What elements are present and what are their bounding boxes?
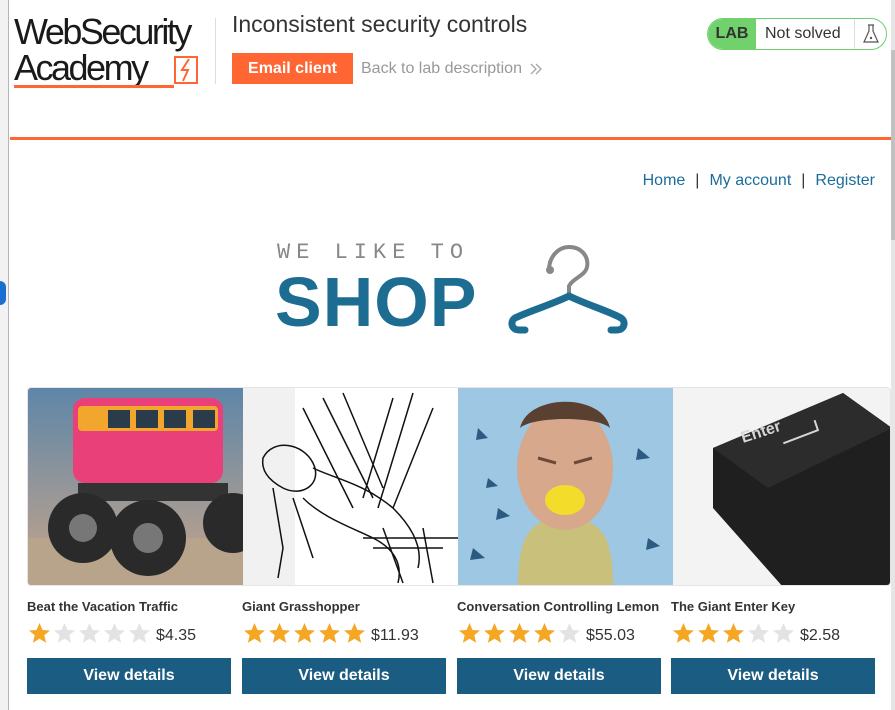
web-security-academy-logo[interactable]: WebSecurity Academy <box>14 14 214 90</box>
product-images-row: Enter <box>27 387 891 586</box>
lab-title: Inconsistent security controls <box>232 11 528 37</box>
back-to-lab-description-link[interactable]: Back to lab description <box>361 60 542 78</box>
product-price: $4.35 <box>156 627 197 644</box>
email-client-button[interactable]: Email client <box>232 53 353 84</box>
star-empty-icon <box>129 623 150 643</box>
star-filled-icon <box>484 623 505 643</box>
product-price: $11.93 <box>371 627 419 644</box>
product-image-monster-truck[interactable] <box>28 388 244 586</box>
view-details-button[interactable]: View details <box>242 658 446 694</box>
view-details-button[interactable]: View details <box>671 658 875 694</box>
shop-banner: WE LIKE TO SHOP <box>275 240 630 341</box>
lightning-icon <box>174 56 198 84</box>
nav-home-link[interactable]: Home <box>643 172 686 189</box>
nav-separator: | <box>801 172 806 189</box>
star-filled-icon <box>723 623 744 643</box>
back-link-label: Back to lab description <box>361 60 522 77</box>
product-image-lemon-face[interactable] <box>458 388 673 586</box>
star-rating-icons <box>242 622 367 644</box>
product-name: The Giant Enter Key <box>671 599 796 614</box>
star-empty-icon <box>773 623 794 643</box>
product-rating: $11.93 <box>242 621 446 645</box>
logo-line-2: Academy <box>14 47 149 88</box>
star-filled-icon <box>698 623 719 643</box>
star-filled-icon <box>319 623 340 643</box>
product-price: $2.58 <box>800 627 841 644</box>
star-rating-icons <box>671 622 796 644</box>
header-divider <box>215 18 216 84</box>
product-name: Conversation Controlling Lemon <box>457 599 660 614</box>
top-navigation: Home | My account | Register <box>643 172 875 190</box>
hanger-icon <box>508 244 628 334</box>
star-rating-icons <box>27 622 152 644</box>
adjacent-window-blue-control <box>0 281 6 305</box>
product-card: Beat the Vacation Traffic $4.35 View det… <box>27 599 231 694</box>
product-rating: $4.35 <box>27 621 231 645</box>
star-filled-icon <box>29 623 50 643</box>
double-chevron-right-icon <box>530 63 542 75</box>
lab-status-text: Not solved <box>765 25 841 42</box>
star-filled-icon <box>344 623 365 643</box>
product-price: $55.03 <box>586 627 635 644</box>
banner-title: SHOP <box>275 263 478 341</box>
star-filled-icon <box>534 623 555 643</box>
lab-status-widget: LAB Not solved <box>707 18 887 50</box>
product-name: Beat the Vacation Traffic <box>27 599 178 614</box>
product-image-grasshopper[interactable] <box>243 388 458 586</box>
product-rating: $2.58 <box>671 621 875 645</box>
lab-header: WebSecurity Academy Inconsistent securit… <box>10 0 891 140</box>
star-filled-icon <box>294 623 315 643</box>
star-rating-icons <box>457 622 582 644</box>
view-details-button[interactable]: View details <box>457 658 661 694</box>
star-empty-icon <box>104 623 125 643</box>
product-name: Giant Grasshopper <box>242 599 360 614</box>
product-image-enter-key[interactable]: Enter <box>673 388 891 586</box>
star-filled-icon <box>509 623 530 643</box>
scrollbar-thumb[interactable] <box>891 50 895 240</box>
star-empty-icon <box>559 623 580 643</box>
star-empty-icon <box>54 623 75 643</box>
star-empty-icon <box>748 623 769 643</box>
star-filled-icon <box>269 623 290 643</box>
lab-badge: LAB <box>708 19 756 49</box>
nav-register-link[interactable]: Register <box>815 172 875 189</box>
view-details-button[interactable]: View details <box>27 658 231 694</box>
star-empty-icon <box>79 623 100 643</box>
star-filled-icon <box>459 623 480 643</box>
logo-line-1: WebSecurity <box>14 11 192 52</box>
star-filled-icon <box>673 623 694 643</box>
page-scrollbar[interactable] <box>891 0 895 710</box>
nav-separator: | <box>695 172 700 189</box>
flask-icon <box>854 19 886 49</box>
logo-underline <box>14 85 174 88</box>
product-rating: $55.03 <box>457 621 661 645</box>
nav-my-account-link[interactable]: My account <box>709 172 791 189</box>
product-card: Conversation Controlling Lemon $55.03 Vi… <box>457 599 661 694</box>
star-filled-icon <box>244 623 265 643</box>
adjacent-window-strip <box>0 0 9 710</box>
product-card: Giant Grasshopper $11.93 View details <box>242 599 446 694</box>
product-card: The Giant Enter Key $2.58 View details <box>671 599 875 694</box>
